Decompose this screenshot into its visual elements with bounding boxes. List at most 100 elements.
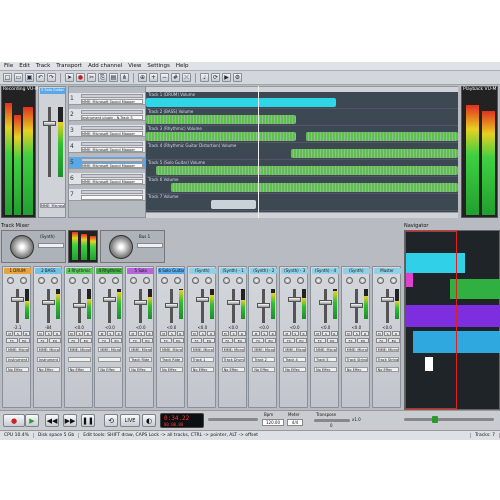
fx-button[interactable]: FX bbox=[98, 338, 110, 343]
track-volume-slider[interactable] bbox=[81, 142, 143, 146]
menu-add-channel[interactable]: Add channel bbox=[88, 63, 122, 69]
solo-button[interactable]: S bbox=[291, 331, 299, 336]
volume-fader[interactable] bbox=[46, 289, 50, 323]
synth-knob-1-icon[interactable] bbox=[10, 235, 34, 259]
solo-button[interactable]: S bbox=[353, 331, 361, 336]
strip-send[interactable]: Track Drums bbox=[221, 357, 245, 362]
fx-button[interactable]: FX bbox=[129, 338, 141, 343]
bpm-value[interactable]: 120.00 bbox=[262, 419, 284, 426]
record-icon[interactable]: ● bbox=[76, 73, 85, 82]
mute-button[interactable]: M bbox=[160, 331, 168, 336]
track-device[interactable]: MME: Microsoft Sound Mapper bbox=[81, 131, 143, 136]
track-header[interactable]: 6 MME: Microsoft Sound Mapper bbox=[69, 173, 145, 185]
gain-knob-icon[interactable] bbox=[204, 277, 212, 284]
audio-clip[interactable] bbox=[291, 149, 458, 158]
strip-send[interactable]: Track 4 bbox=[283, 357, 307, 362]
fx-button[interactable]: FX bbox=[375, 338, 388, 343]
mute-button[interactable]: M bbox=[190, 331, 199, 336]
gain-knob-icon[interactable] bbox=[143, 277, 151, 284]
gain-knob-icon[interactable] bbox=[174, 277, 181, 284]
track-lane[interactable]: Track 3 (Rhythmic) Volume bbox=[146, 126, 458, 143]
track-header[interactable]: 3 MME: Microsoft Sound Mapper bbox=[69, 125, 145, 137]
pan-knob-icon[interactable] bbox=[161, 277, 168, 284]
arm-button[interactable]: R bbox=[84, 331, 92, 336]
mute-button[interactable]: M bbox=[252, 331, 260, 336]
arm-button[interactable]: R bbox=[330, 331, 338, 336]
pan-knob-icon[interactable] bbox=[130, 277, 138, 284]
track-device[interactable]: MME: Microsoft Sound Mapper bbox=[81, 99, 143, 104]
fader-cap[interactable] bbox=[349, 303, 363, 308]
track-header[interactable]: 5 MME: Microsoft Sound Mapper bbox=[69, 157, 145, 169]
volume-fader[interactable] bbox=[139, 289, 143, 323]
pan-knob-icon[interactable] bbox=[315, 277, 322, 284]
fader-cap[interactable] bbox=[72, 303, 86, 308]
mute-button[interactable]: M bbox=[98, 331, 106, 336]
gain-knob-icon[interactable] bbox=[266, 277, 274, 284]
audio-clip[interactable] bbox=[306, 132, 458, 141]
track-volume-slider[interactable] bbox=[81, 174, 143, 178]
arm-button[interactable]: R bbox=[176, 331, 184, 336]
strip-title[interactable]: 1 DRUM bbox=[4, 268, 31, 274]
settings-icon[interactable]: ⚙ bbox=[233, 73, 242, 82]
volume-fader[interactable] bbox=[385, 289, 389, 323]
arm-button[interactable]: R bbox=[299, 331, 308, 336]
strip-send[interactable]: Track Ride bbox=[129, 357, 153, 362]
cut-icon[interactable]: ✂ bbox=[87, 73, 96, 82]
mute-button[interactable]: M bbox=[6, 331, 14, 336]
track-device[interactable]: MME: Microsoft Sound Mapper bbox=[81, 147, 143, 152]
rewind-button[interactable]: ◀◀ bbox=[45, 414, 59, 427]
gain-knob-icon[interactable] bbox=[328, 277, 335, 284]
mute-button[interactable]: M bbox=[129, 331, 137, 336]
navigator-viewport[interactable] bbox=[405, 231, 457, 409]
fx-button[interactable]: FX bbox=[314, 338, 326, 343]
track-header[interactable]: 2 Instrument plugin - N-Track S bbox=[69, 109, 145, 121]
save-icon[interactable]: ▣ bbox=[25, 73, 34, 82]
strip-device[interactable]: MME: Microso bbox=[160, 347, 183, 352]
mute-button[interactable]: M bbox=[344, 331, 353, 336]
track-lane[interactable]: Track 6 Volume bbox=[146, 177, 458, 194]
strip-device[interactable]: MME: Microso bbox=[36, 347, 60, 352]
fx-button[interactable]: FX bbox=[283, 338, 295, 343]
fx-button[interactable]: FX bbox=[6, 338, 18, 343]
gain-knob-icon[interactable] bbox=[235, 277, 243, 284]
strip-title[interactable]: (Synth) bbox=[342, 268, 370, 274]
strip-title[interactable]: Master bbox=[373, 268, 401, 274]
solo-button[interactable]: S bbox=[106, 331, 115, 336]
track-header[interactable]: 1 MME: Microsoft Sound Mapper bbox=[69, 93, 145, 105]
live-button[interactable]: LIVE bbox=[120, 414, 140, 427]
menu-settings[interactable]: Settings bbox=[147, 63, 170, 69]
fader-cap[interactable] bbox=[165, 303, 178, 308]
fx-button[interactable]: FX bbox=[36, 338, 49, 343]
track-lane[interactable]: Track 5 (Solo Guitar) Volume bbox=[146, 160, 458, 177]
audio-clip[interactable] bbox=[146, 98, 336, 107]
strip-effect[interactable]: No Effec bbox=[344, 367, 368, 372]
mute-button[interactable]: M bbox=[67, 331, 75, 336]
split-icon[interactable]: ⋔ bbox=[120, 73, 129, 82]
strip-title[interactable]: (Synth) - 2 bbox=[250, 268, 278, 274]
arm-button[interactable]: R bbox=[53, 331, 61, 336]
pan-knob-icon[interactable] bbox=[222, 277, 230, 284]
strip-effect[interactable]: No Effec bbox=[6, 367, 29, 372]
strip-send[interactable]: Instrument plu bbox=[36, 357, 60, 362]
strip-device[interactable]: MME: Microso bbox=[344, 347, 368, 352]
pause-button[interactable]: ❚❚ bbox=[81, 414, 95, 427]
strip-device[interactable]: MME: Microso bbox=[67, 347, 91, 352]
strip-title[interactable]: 6 Solo Guitar bbox=[158, 268, 185, 274]
strip-effect[interactable]: No Effec bbox=[314, 367, 337, 372]
eq-button[interactable]: EQ bbox=[326, 338, 338, 343]
pan-knob-icon[interactable] bbox=[37, 277, 45, 284]
strip-title[interactable]: (Synth) bbox=[188, 268, 216, 274]
eq-button[interactable]: EQ bbox=[49, 338, 61, 343]
fast-forward-button[interactable]: ▶▶ bbox=[63, 414, 77, 427]
eq-button[interactable]: EQ bbox=[18, 338, 30, 343]
strip-device[interactable]: MME: Microso bbox=[190, 347, 214, 352]
track-device[interactable]: MME: Microsoft Sound Mapper bbox=[81, 163, 143, 168]
playhead[interactable] bbox=[258, 86, 259, 218]
mute-button[interactable]: M bbox=[36, 331, 45, 336]
punch-button[interactable]: ◐ bbox=[142, 414, 156, 427]
bus-knob-icon[interactable] bbox=[109, 235, 133, 259]
track-header[interactable]: 4 MME: Microsoft Sound Mapper bbox=[69, 141, 145, 153]
strip-effect[interactable]: No Effec bbox=[129, 367, 153, 372]
fx-button[interactable]: FX bbox=[67, 338, 80, 343]
strip-send[interactable]: Track 1 bbox=[190, 357, 214, 362]
